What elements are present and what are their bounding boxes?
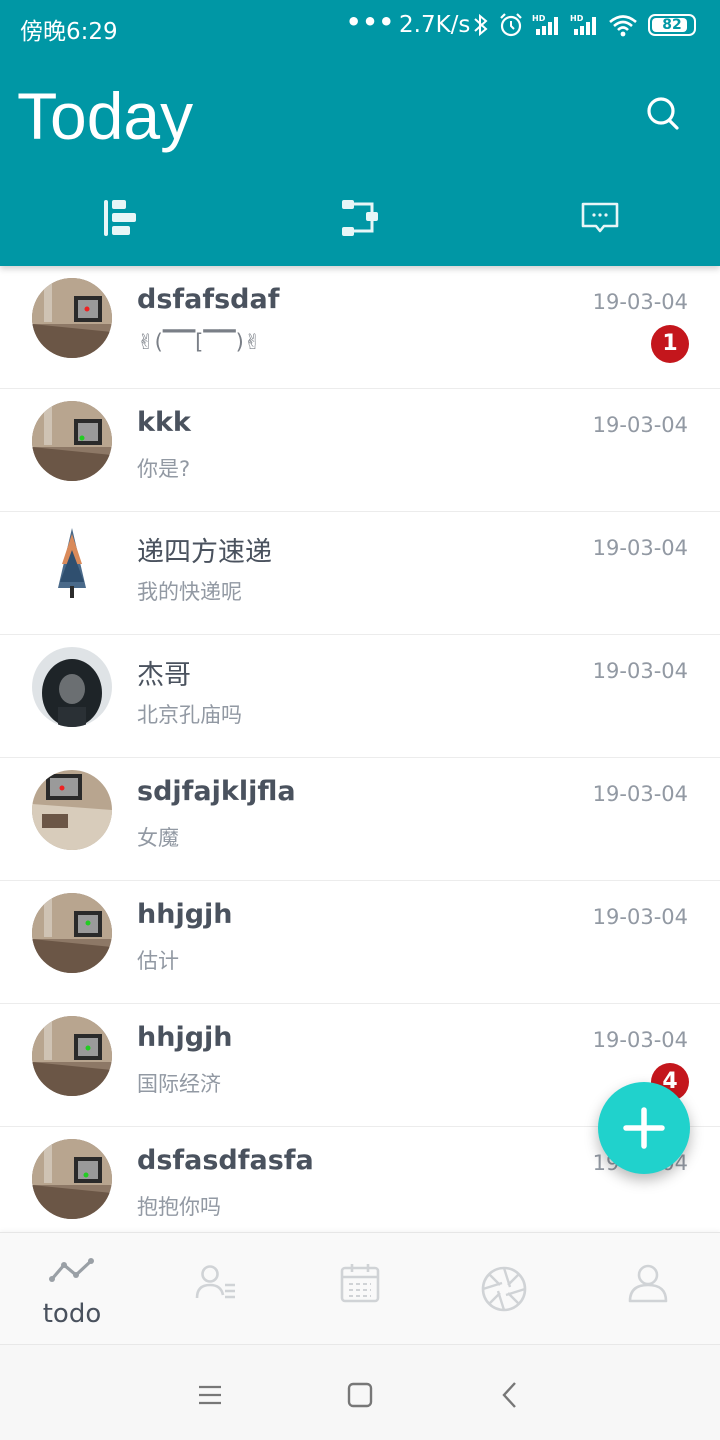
conversation-row[interactable]: 递四方速递 我的快递呢 19-03-04: [0, 512, 720, 635]
nav-calendar[interactable]: [288, 1233, 432, 1345]
search-button[interactable]: [636, 86, 692, 142]
signal-hd-icon-2: HD: [570, 14, 596, 35]
avatar: [32, 770, 112, 850]
calendar-icon: [340, 1264, 380, 1303]
contact-name: dsfafsdaf: [137, 284, 280, 315]
message-time: 19-03-04: [592, 1028, 688, 1052]
message-time: 19-03-04: [592, 290, 688, 314]
message-time: 19-03-04: [592, 659, 688, 683]
back-chevron-icon: [502, 1382, 516, 1408]
wifi-icon: [609, 15, 637, 37]
last-message: 女魔: [137, 826, 179, 850]
avatar: [32, 647, 112, 727]
status-bar: 傍晚6:29 ••• 2.7K/s HD HD 82: [0, 0, 720, 52]
network-speed: 2.7K/s: [399, 12, 471, 38]
contact-name: hhjgjh: [137, 899, 233, 930]
back-button[interactable]: [490, 1375, 530, 1415]
contact-name: sdjfajkljfla: [137, 776, 296, 807]
bluetooth-icon: [474, 13, 488, 37]
nav-contacts[interactable]: [144, 1233, 288, 1345]
list-tree-icon: [104, 200, 136, 236]
contact-name: dsfasdfasfa: [137, 1145, 314, 1176]
avatar: [32, 893, 112, 973]
last-message: 抱抱你吗: [137, 1195, 221, 1219]
chart-line-icon: [49, 1258, 94, 1282]
unread-badge: 1: [651, 325, 689, 363]
avatar: [32, 1016, 112, 1096]
last-message: 我的快递呢: [137, 580, 242, 604]
svg-text:HD: HD: [532, 14, 546, 23]
contact-name: hhjgjh: [137, 1022, 233, 1053]
last-message: ✌(▔▔[▔▔)✌: [137, 330, 262, 354]
last-message: 你是?: [137, 457, 191, 481]
system-navigation-bar: [0, 1344, 720, 1440]
contacts-list-icon: [195, 1265, 235, 1299]
status-time: 傍晚6:29: [20, 19, 118, 45]
square-icon: [347, 1382, 373, 1408]
aperture-icon: [481, 1266, 527, 1312]
search-icon: [647, 97, 679, 130]
conversation-row[interactable]: dsfafsdaf ✌(▔▔[▔▔)✌ 19-03-04 1: [0, 266, 720, 389]
conversation-list: dsfafsdaf ✌(▔▔[▔▔)✌ 19-03-04 1 kkk 你是? 1…: [0, 266, 720, 1232]
flow-chart-icon: [342, 200, 378, 236]
avatar: [32, 524, 112, 604]
nav-profile[interactable]: [576, 1233, 720, 1345]
svg-text:HD: HD: [570, 14, 584, 23]
home-button[interactable]: [340, 1375, 380, 1415]
recents-button[interactable]: [190, 1375, 230, 1415]
conversation-row[interactable]: sdjfajkljfla 女魔 19-03-04: [0, 758, 720, 881]
last-message: 估计: [137, 949, 179, 973]
conversation-row[interactable]: hhjgjh 估计 19-03-04: [0, 881, 720, 1004]
status-more-dots: •••: [346, 8, 396, 36]
message-time: 19-03-04: [592, 536, 688, 560]
message-time: 19-03-04: [592, 905, 688, 929]
message-time: 19-03-04: [592, 413, 688, 437]
add-button[interactable]: [598, 1082, 690, 1174]
plus-icon: [623, 1107, 665, 1149]
conversation-row[interactable]: kkk 你是? 19-03-04: [0, 389, 720, 512]
chat-bubble-icon: [581, 202, 619, 233]
nav-todo[interactable]: todo: [0, 1233, 144, 1345]
battery-percent: 82: [662, 17, 682, 33]
contact-name: 递四方速递: [137, 537, 272, 568]
header-tabs: [0, 186, 720, 256]
tab-list[interactable]: [0, 186, 240, 256]
avatar: [32, 401, 112, 481]
nav-todo-label: todo: [42, 1299, 102, 1329]
status-icons: HD HD 82: [472, 10, 696, 40]
person-icon: [628, 1264, 668, 1303]
page-title: Today: [17, 79, 194, 153]
nav-discover[interactable]: [432, 1233, 576, 1345]
bottom-navigation: todo: [0, 1232, 720, 1344]
tab-messages[interactable]: [480, 186, 720, 256]
conversation-row[interactable]: 杰哥 北京孔庙吗 19-03-04: [0, 635, 720, 758]
avatar: [32, 278, 112, 358]
tab-flow[interactable]: [240, 186, 480, 256]
alarm-icon: [500, 13, 522, 37]
menu-icon: [199, 1385, 221, 1405]
last-message: 北京孔庙吗: [137, 703, 242, 727]
contact-name: 杰哥: [137, 660, 191, 691]
signal-hd-icon: HD: [532, 14, 558, 35]
app-header: 傍晚6:29 ••• 2.7K/s HD HD 82 Today: [0, 0, 720, 266]
message-time: 19-03-04: [592, 782, 688, 806]
avatar: [32, 1139, 112, 1219]
contact-name: kkk: [137, 407, 191, 438]
battery-indicator: 82: [648, 14, 696, 36]
last-message: 国际经济: [137, 1072, 221, 1096]
